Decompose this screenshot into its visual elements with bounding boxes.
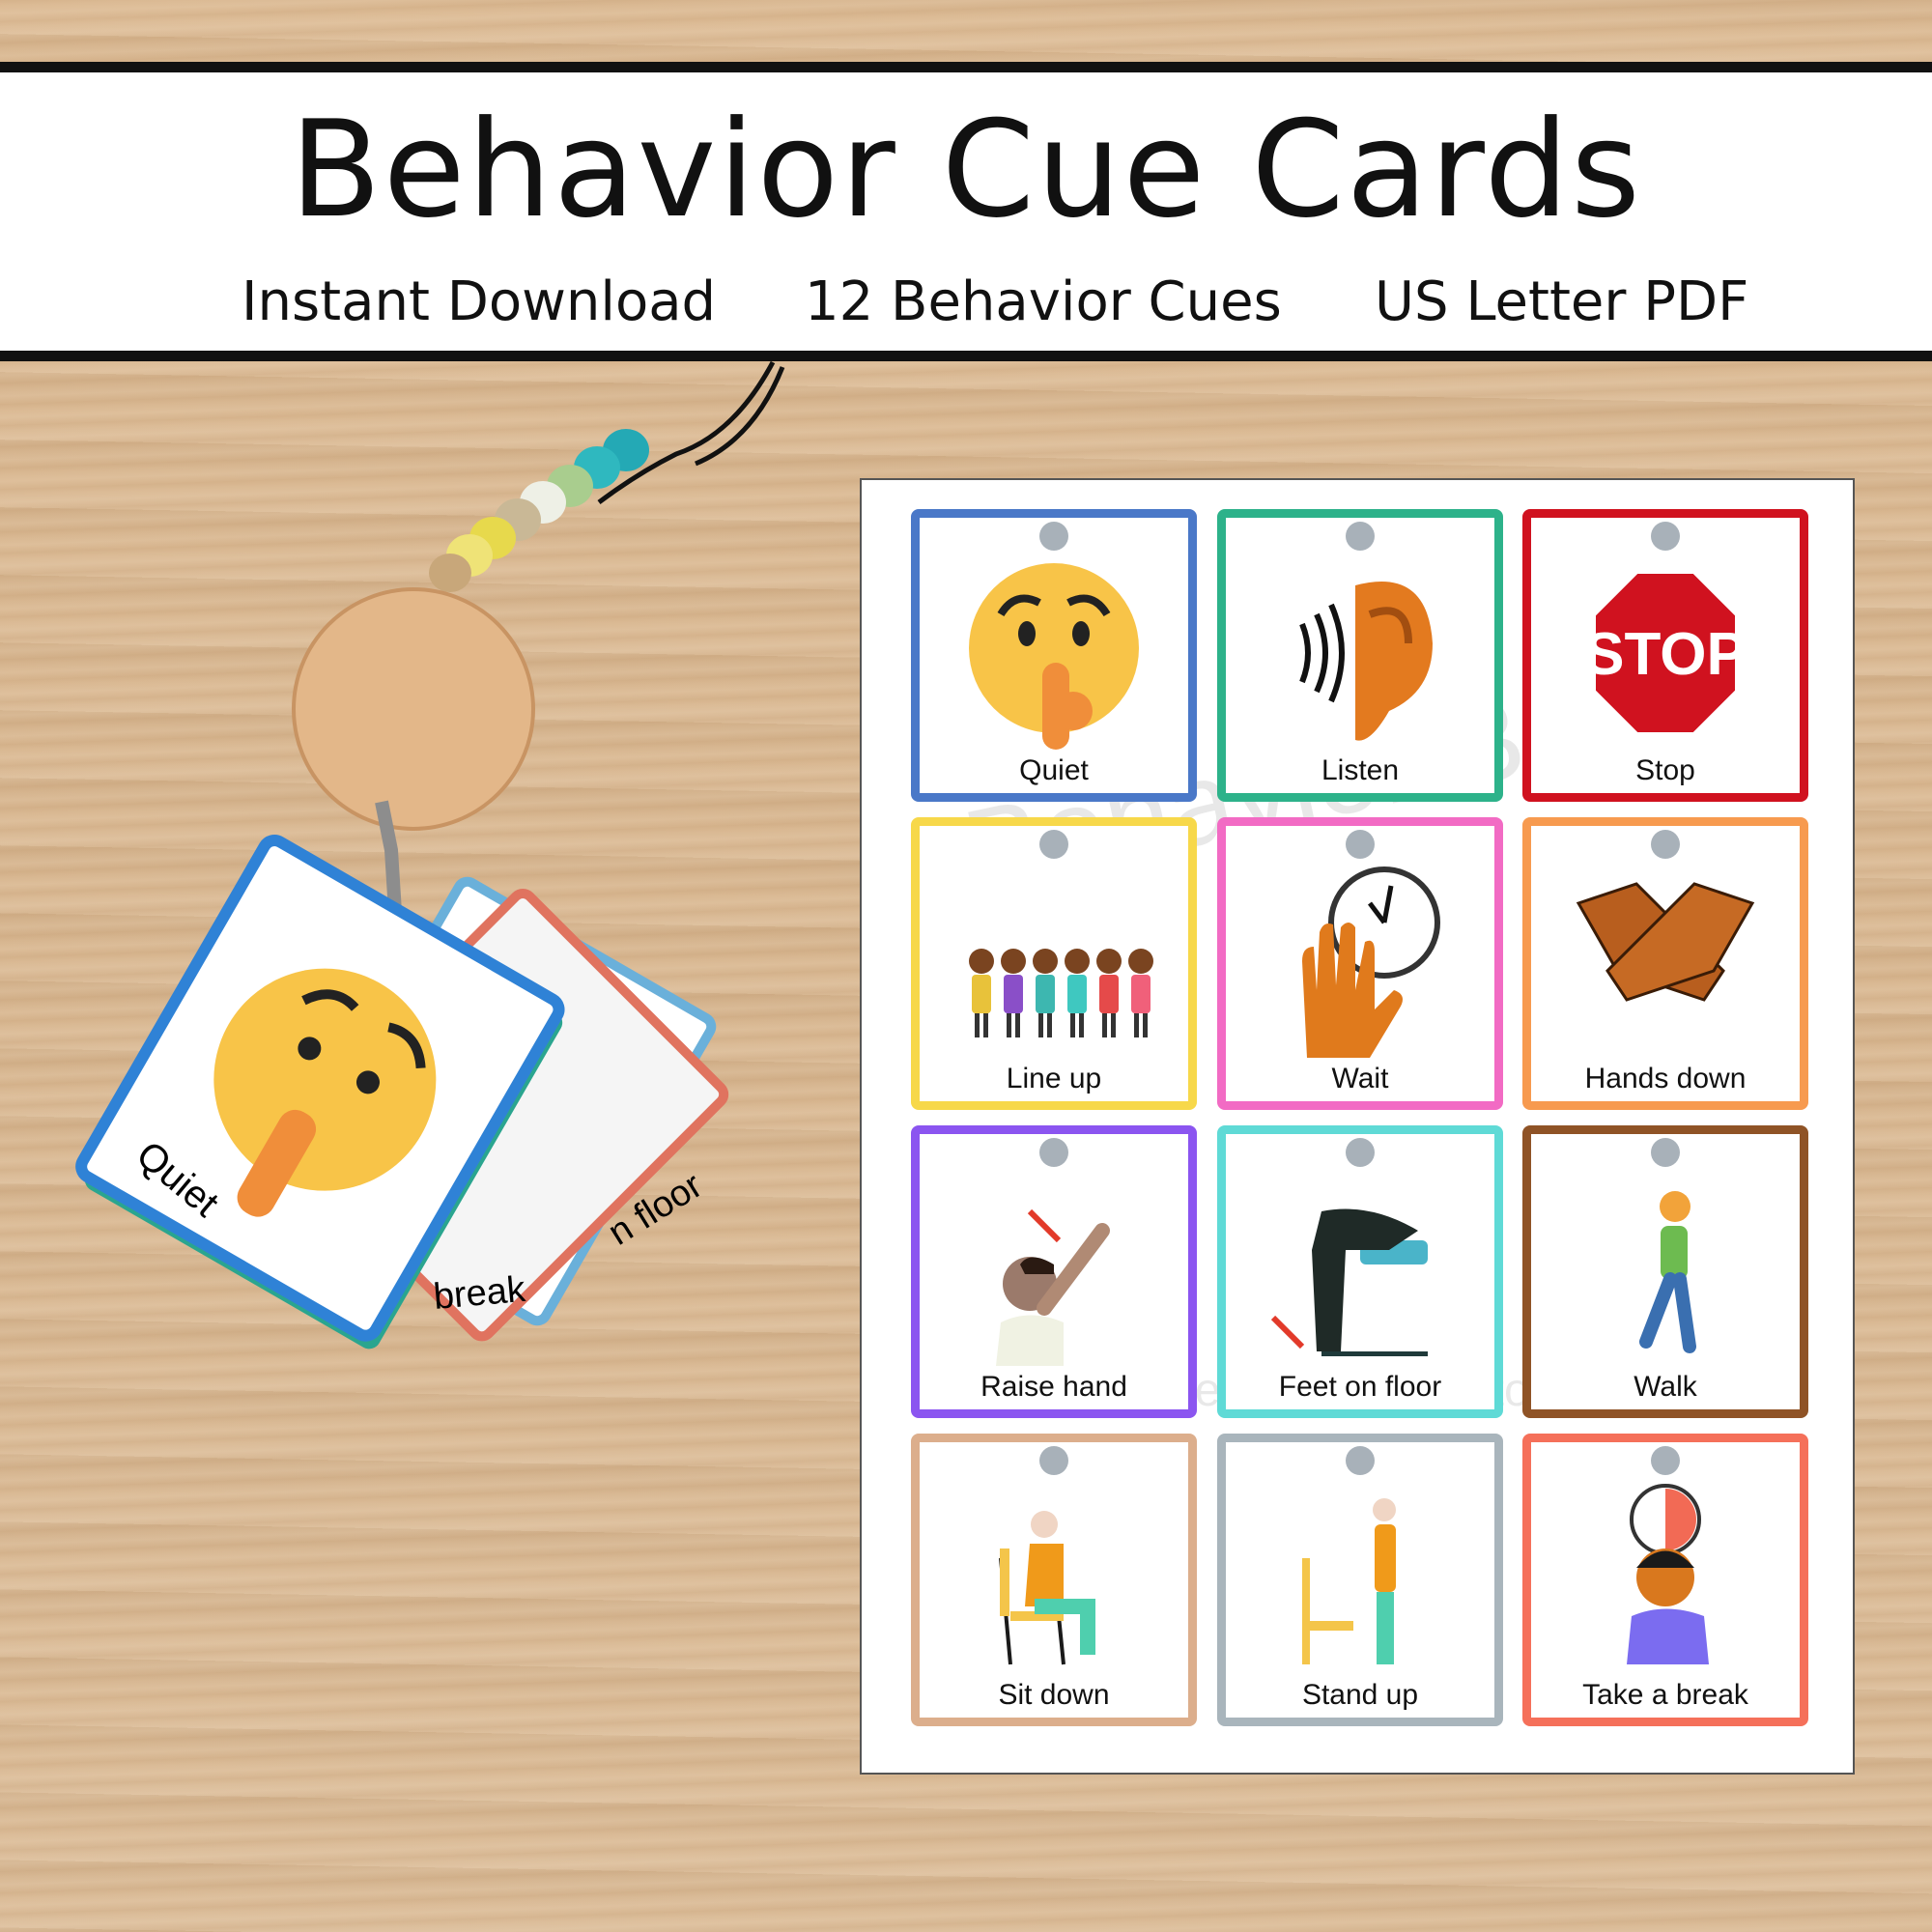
- children-line-icon: [939, 865, 1169, 1058]
- punch-hole: [1039, 1138, 1068, 1167]
- ear-icon: [1245, 556, 1475, 750]
- cue-card-listen: Listen: [1217, 509, 1503, 802]
- crossed-hands-icon: [1550, 865, 1780, 1058]
- cue-card-label: Take a break: [1582, 1679, 1748, 1711]
- cue-card-stop: STOP Stop: [1522, 509, 1808, 802]
- cue-card-label: Listen: [1321, 754, 1400, 786]
- cue-card-walk: Walk: [1522, 1125, 1808, 1418]
- punch-hole: [1651, 522, 1680, 551]
- cue-card-raise-hand: Raise hand: [911, 1125, 1197, 1418]
- punch-hole: [1346, 830, 1375, 859]
- walking-person-icon: [1550, 1173, 1780, 1366]
- feature-format: US Letter PDF: [1375, 270, 1749, 333]
- standing-person-icon: [1245, 1481, 1475, 1674]
- cue-card-feet-on-floor: Feet on floor: [1217, 1125, 1503, 1418]
- punch-hole: [1346, 1446, 1375, 1475]
- feature-instant-download: Instant Download: [242, 270, 717, 333]
- cue-card-label: Walk: [1634, 1371, 1697, 1403]
- punch-hole: [1346, 522, 1375, 551]
- stop-sign-icon: STOP: [1550, 556, 1780, 750]
- cue-card-label: Feet on floor: [1278, 1371, 1442, 1403]
- punch-hole: [1039, 522, 1068, 551]
- cue-card-label: Sit down: [998, 1679, 1110, 1711]
- shushing-face-icon: [939, 556, 1169, 750]
- cue-card-stand-up: Stand up: [1217, 1434, 1503, 1726]
- cue-card-hands-down: Hands down: [1522, 817, 1808, 1110]
- page-title: Behavior Cue Cards: [290, 92, 1642, 247]
- sitting-person-icon: [939, 1481, 1169, 1674]
- punch-hole: [1651, 1138, 1680, 1167]
- cue-card-label: Hands down: [1584, 1063, 1747, 1094]
- cue-card-line-up: Line up: [911, 817, 1197, 1110]
- header-banner: Behavior Cue Cards Instant Download 12 B…: [0, 62, 1932, 361]
- break-clock-icon: [1550, 1481, 1780, 1674]
- cue-card-label: Stand up: [1301, 1679, 1419, 1711]
- punch-hole: [1346, 1138, 1375, 1167]
- feature-cue-count: 12 Behavior Cues: [805, 270, 1282, 333]
- cue-card-take-a-break: Take a break: [1522, 1434, 1808, 1726]
- printable-sheet: The Behavior Bestie Making behavior bett…: [860, 478, 1855, 1775]
- punch-hole: [1651, 1446, 1680, 1475]
- cue-card-wait: Wait: [1217, 817, 1503, 1110]
- cue-card-label: Wait: [1331, 1063, 1389, 1094]
- beads: [429, 429, 649, 592]
- keychain-photo: n floor break Quiet: [75, 360, 785, 1350]
- cue-card-label: Stop: [1635, 754, 1695, 786]
- punch-hole: [1039, 1446, 1068, 1475]
- back-card-label-break: break: [432, 1269, 527, 1318]
- cue-card-label: Quiet: [1019, 754, 1089, 786]
- cue-card-label: Raise hand: [980, 1371, 1127, 1403]
- punch-hole: [1039, 830, 1068, 859]
- cue-card-sit-down: Sit down: [911, 1434, 1197, 1726]
- punch-hole: [1651, 830, 1680, 859]
- raise-hand-icon: [939, 1173, 1169, 1366]
- cue-card-label: Line up: [1006, 1063, 1102, 1094]
- cue-card-quiet: Quiet: [911, 509, 1197, 802]
- feet-on-floor-icon: [1245, 1173, 1475, 1366]
- hand-clock-icon: [1245, 865, 1475, 1058]
- stop-sign-text: STOP: [1584, 621, 1747, 688]
